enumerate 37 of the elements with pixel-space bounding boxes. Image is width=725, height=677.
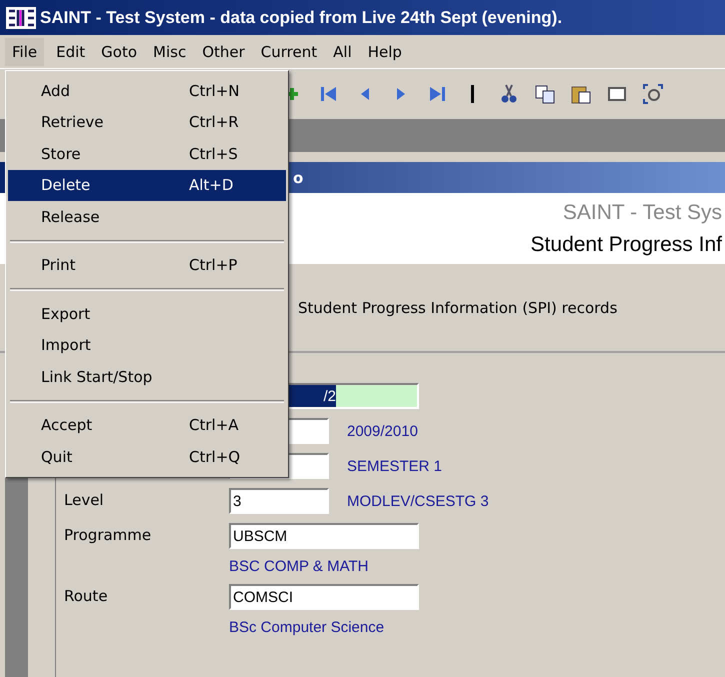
menu-item[interactable]: Edit (48, 36, 94, 66)
input-field[interactable]: 3 (229, 488, 329, 514)
field-description: 2009/2010 (347, 422, 419, 440)
menu-item[interactable]: Goto (93, 36, 146, 66)
copy-icon[interactable] (534, 83, 556, 105)
menu-option[interactable]: Store Ctrl+S (8, 138, 286, 170)
field-label: Route (64, 586, 109, 605)
menu-item[interactable]: All (325, 36, 360, 66)
menu-item[interactable]: Misc (145, 36, 194, 66)
menu-option[interactable]: Delete Alt+D (8, 170, 286, 201)
field-description: BSC COMP & MATH (229, 558, 370, 575)
menu-item[interactable]: Current (252, 36, 326, 66)
logo-icon (6, 6, 36, 28)
field-description: BSc Computer Science (229, 619, 386, 636)
field-description: SEMESTER 1 (347, 458, 444, 474)
menu-option[interactable]: Import (8, 330, 286, 361)
field-label: Level (64, 490, 105, 509)
menu-item[interactable]: Help (360, 36, 410, 66)
input-field[interactable]: UBSCM (229, 523, 419, 549)
menu-option[interactable]: Add Ctrl+N (8, 75, 286, 106)
form-title: o (293, 168, 304, 186)
menu-option[interactable]: Retrieve Ctrl+R (8, 106, 286, 138)
input-field[interactable]: COMSCI (229, 584, 419, 610)
menu-option[interactable]: Export (8, 298, 286, 330)
form-name: Student Progress Inf (530, 232, 722, 256)
field-label: Programme (64, 525, 152, 544)
system-name: SAINT - Test Sys (562, 200, 722, 224)
menu-option[interactable]: Accept Ctrl+A (8, 410, 286, 441)
menu-option[interactable]: Release (8, 201, 286, 232)
menu-option[interactable]: Quit Ctrl+Q (8, 441, 286, 472)
field-description: MODLEV/CSESTG 3 (347, 492, 490, 510)
menu-item[interactable]: File (5, 38, 44, 66)
menu-option[interactable]: Print Ctrl+P (8, 250, 286, 281)
window-title: SAINT - Test System - data copied from Live 24th Sept (evening). (40, 8, 562, 28)
menu-item[interactable]: Other (194, 36, 253, 66)
form-description: Student Progress Information (SPI) records (298, 298, 618, 316)
zoom-icon[interactable] (642, 83, 664, 105)
